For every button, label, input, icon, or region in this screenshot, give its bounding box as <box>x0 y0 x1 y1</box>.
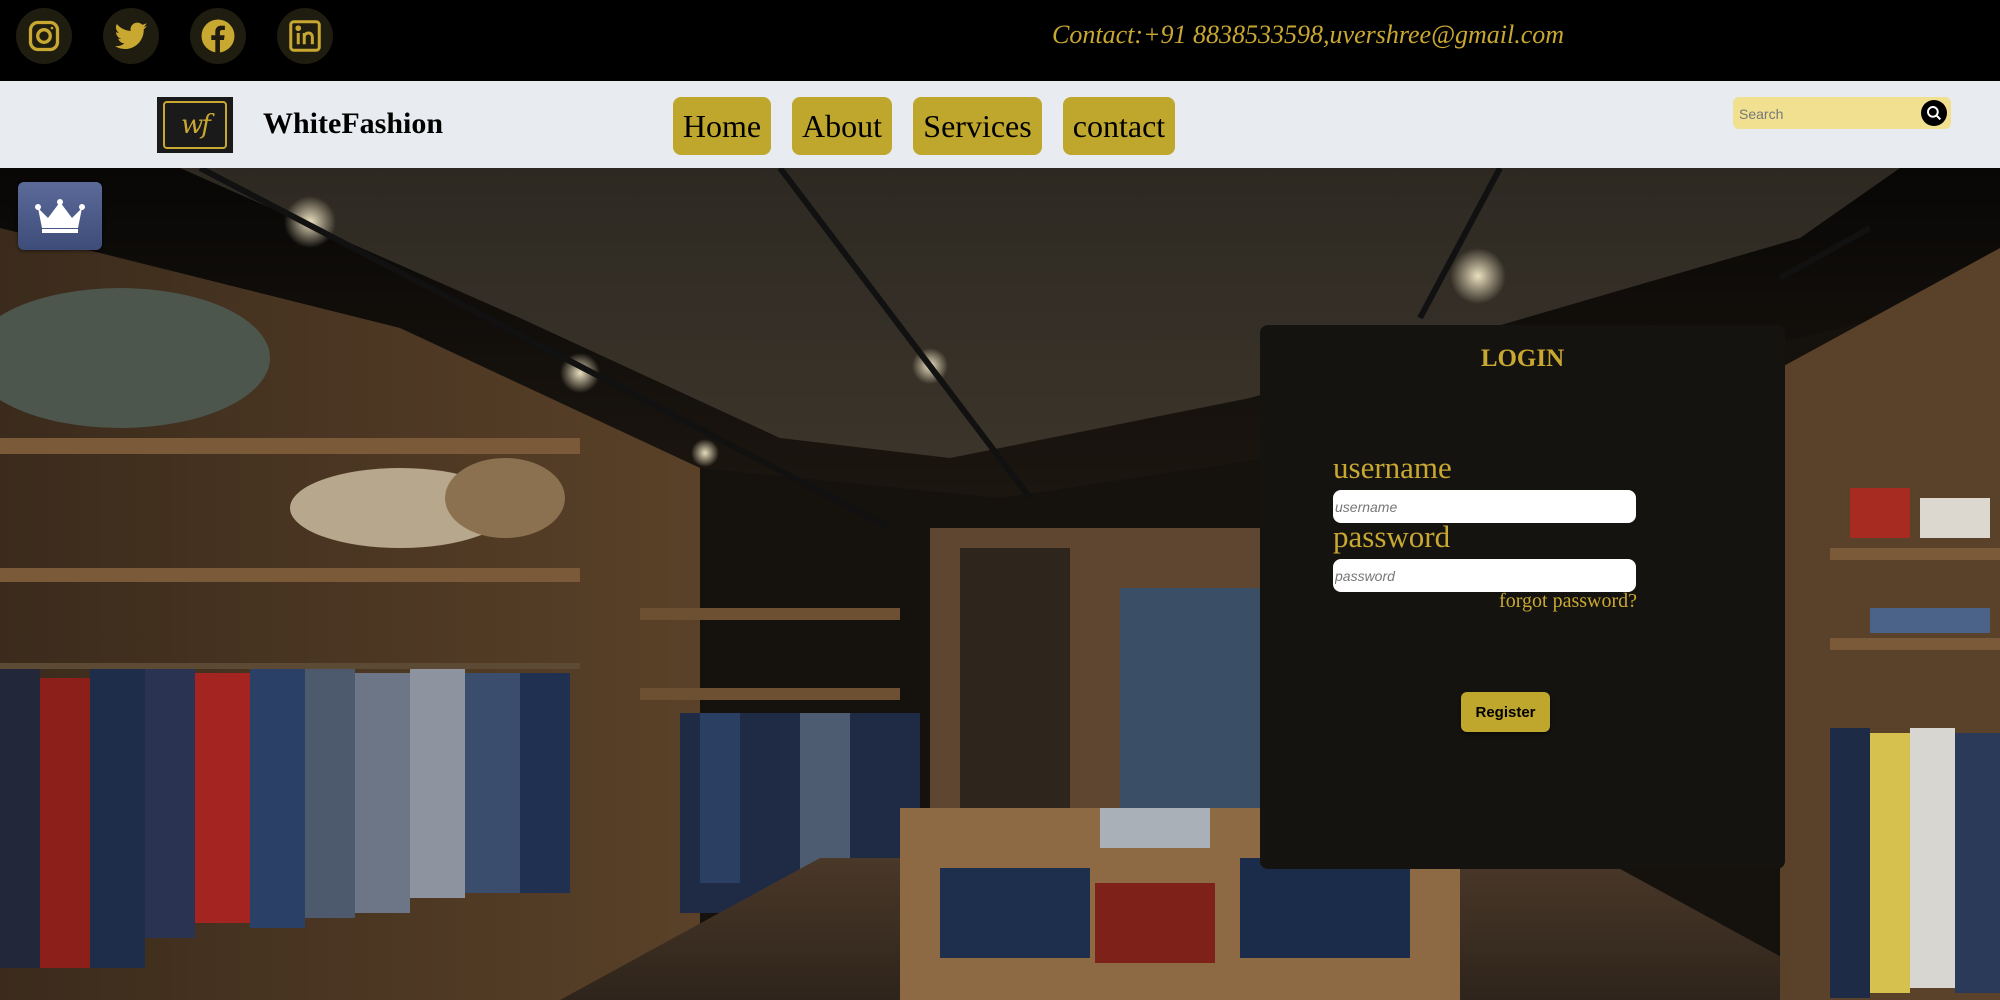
register-button[interactable]: Register <box>1461 692 1550 732</box>
nav-services-button[interactable]: Services <box>913 97 1042 155</box>
linkedin-icon[interactable] <box>277 8 333 64</box>
password-label: password <box>1333 519 1451 554</box>
search-box <box>1733 97 1951 129</box>
twitter-icon[interactable] <box>103 8 159 64</box>
nav-contact-button[interactable]: contact <box>1063 97 1175 155</box>
top-bar: Contact:+91 8838533598,uvershree@gmail.c… <box>0 0 2000 81</box>
crown-icon <box>35 199 85 233</box>
nav-home-button[interactable]: Home <box>673 97 771 155</box>
login-title: LOGIN <box>1480 345 1565 372</box>
login-card: LOGIN username password forgot password?… <box>1260 325 1785 869</box>
logo-mark: wf <box>163 101 227 149</box>
contact-info: Contact:+91 8838533598,uvershree@gmail.c… <box>1052 20 1565 49</box>
navigation-bar: wf WhiteFashion Home About Services cont… <box>0 81 2000 168</box>
brand-name: WhiteFashion <box>263 107 444 140</box>
forgot-password-link[interactable]: forgot password? <box>1499 590 1637 613</box>
password-input[interactable] <box>1333 559 1636 592</box>
crown-button[interactable] <box>18 182 102 250</box>
username-label: username <box>1333 450 1452 485</box>
search-icon <box>1927 106 1942 121</box>
search-button[interactable] <box>1921 100 1947 126</box>
brand-logo[interactable]: wf <box>157 97 233 153</box>
hero-section: LOGIN username password forgot password?… <box>0 168 2000 1000</box>
nav-about-button[interactable]: About <box>792 97 892 155</box>
search-input[interactable] <box>1737 101 1911 127</box>
instagram-icon[interactable] <box>16 8 72 64</box>
facebook-icon[interactable] <box>190 8 246 64</box>
